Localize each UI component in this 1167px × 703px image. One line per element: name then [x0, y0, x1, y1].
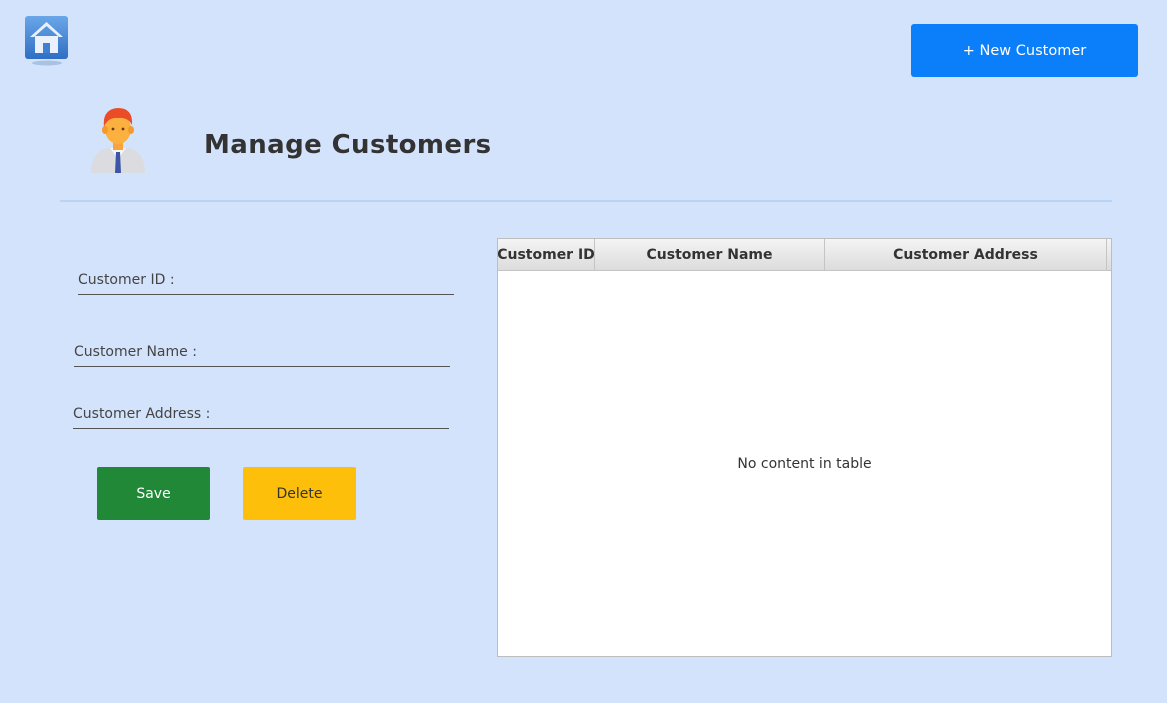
manage-customers-window: + New Customer Manage Customers Customer…	[0, 0, 1167, 703]
customer-address-label: Customer Address :	[73, 405, 211, 422]
table-body[interactable]: No content in table	[498, 271, 1111, 656]
new-customer-button[interactable]: + New Customer	[911, 24, 1138, 77]
column-header-filler	[1107, 239, 1111, 270]
customer-id-label: Customer ID :	[78, 271, 175, 288]
customer-name-input[interactable]	[200, 337, 450, 366]
column-header-customer-address[interactable]: Customer Address	[825, 239, 1107, 270]
header-divider	[60, 200, 1112, 202]
save-button[interactable]: Save	[97, 467, 210, 520]
delete-button[interactable]: Delete	[243, 467, 356, 520]
customer-address-input[interactable]	[214, 399, 449, 428]
customer-address-field[interactable]: Customer Address :	[73, 399, 449, 429]
column-header-customer-name[interactable]: Customer Name	[595, 239, 825, 270]
home-icon[interactable]	[24, 15, 70, 67]
table-header: Customer ID Customer Name Customer Addre…	[498, 239, 1111, 271]
customer-table[interactable]: Customer ID Customer Name Customer Addre…	[497, 238, 1112, 657]
empty-table-message: No content in table	[737, 456, 872, 472]
user-avatar-icon	[88, 103, 148, 173]
customer-name-field[interactable]: Customer Name :	[74, 337, 450, 367]
customer-id-input[interactable]	[178, 265, 454, 294]
customer-name-label: Customer Name :	[74, 343, 197, 360]
page-title: Manage Customers	[204, 130, 492, 160]
customer-id-field[interactable]: Customer ID :	[78, 265, 454, 295]
column-header-customer-id[interactable]: Customer ID	[498, 239, 595, 270]
